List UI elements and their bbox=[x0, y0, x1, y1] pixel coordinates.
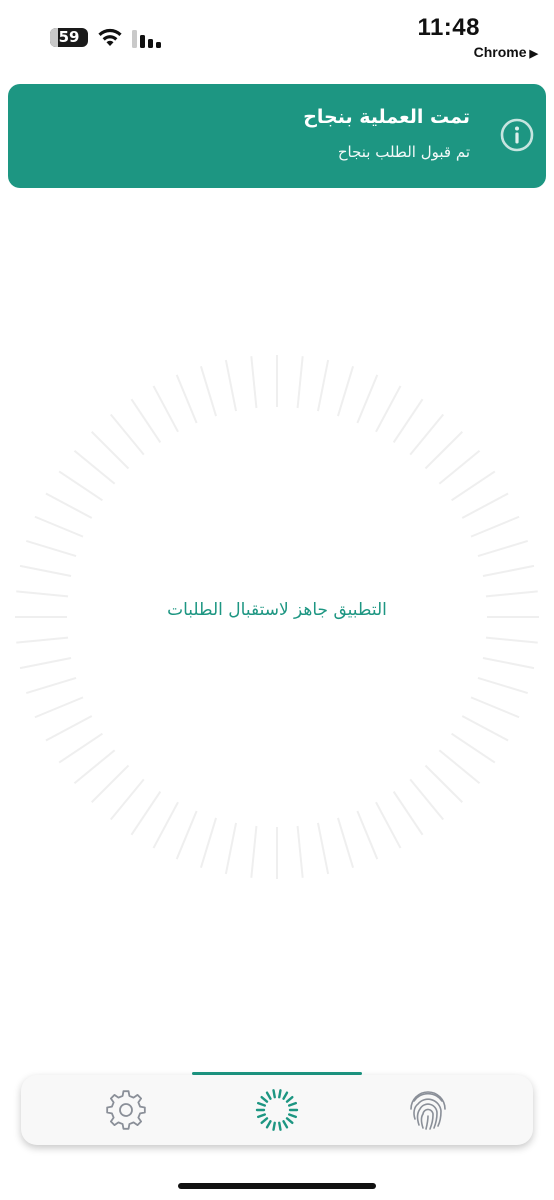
ray-line bbox=[461, 492, 509, 519]
ray-line bbox=[375, 385, 402, 433]
ray-line bbox=[224, 822, 238, 875]
spinner-segment bbox=[260, 1095, 269, 1103]
ray-line bbox=[375, 801, 402, 849]
ray-line bbox=[16, 636, 69, 644]
ray-line bbox=[45, 715, 93, 742]
gear-icon bbox=[106, 1090, 146, 1130]
ray-line bbox=[250, 825, 258, 878]
ray-line bbox=[409, 413, 444, 456]
notification-title: تمت العملية بنجاح bbox=[303, 106, 470, 128]
ray-line bbox=[392, 398, 424, 443]
ray-line bbox=[19, 564, 72, 578]
ray-line bbox=[296, 356, 304, 409]
cellular-signal-icon bbox=[132, 30, 161, 48]
spinner-segment bbox=[285, 1117, 294, 1125]
ray-line bbox=[73, 749, 116, 784]
ray-line bbox=[451, 732, 496, 764]
ray-line bbox=[337, 365, 355, 417]
ray-line bbox=[34, 696, 84, 719]
ray-line bbox=[356, 810, 379, 860]
spinner-segment bbox=[282, 1120, 289, 1129]
tab-settings[interactable] bbox=[41, 1075, 211, 1145]
ray-line bbox=[424, 431, 463, 470]
spinner-segment bbox=[272, 1089, 276, 1099]
back-app-label: Chrome bbox=[473, 44, 527, 60]
ray-line bbox=[409, 778, 444, 821]
tab-home[interactable] bbox=[192, 1075, 362, 1145]
spinner-segment bbox=[257, 1101, 266, 1107]
ray-line bbox=[461, 715, 509, 742]
ray-line bbox=[91, 431, 130, 470]
ray-line bbox=[199, 817, 217, 869]
ray-line bbox=[58, 732, 103, 764]
spinner-segment bbox=[265, 1091, 272, 1100]
ray-line bbox=[477, 539, 529, 557]
home-indicator bbox=[178, 1183, 376, 1189]
ray-line bbox=[356, 374, 379, 424]
battery-level: 59 bbox=[58, 28, 80, 46]
ray-line bbox=[451, 470, 496, 502]
ray-line bbox=[438, 749, 481, 784]
info-icon[interactable] bbox=[499, 117, 535, 153]
ray-line bbox=[199, 365, 217, 417]
spinner-segment bbox=[288, 1113, 297, 1119]
spinner-segment bbox=[285, 1095, 294, 1103]
spinner-segment bbox=[278, 1089, 282, 1099]
ray-line bbox=[470, 696, 520, 719]
ray-line bbox=[152, 385, 179, 433]
ray-line bbox=[175, 810, 198, 860]
ray-line bbox=[438, 450, 481, 485]
play-triangle-icon: ▶ bbox=[529, 48, 538, 60]
ray-line bbox=[110, 778, 145, 821]
ray-line bbox=[316, 359, 330, 412]
notification-message: تم قبول الطلب بنجاح bbox=[337, 143, 470, 161]
ray-line bbox=[392, 791, 424, 836]
spinner-segment bbox=[257, 1113, 266, 1119]
spinner-segment bbox=[265, 1120, 272, 1129]
ray-line bbox=[130, 791, 162, 836]
ray-line bbox=[485, 590, 538, 598]
ray-line bbox=[58, 470, 103, 502]
ray-line bbox=[337, 817, 355, 869]
ray-line bbox=[316, 822, 330, 875]
ray-line bbox=[424, 764, 463, 803]
bottom-tab-bar bbox=[21, 1075, 533, 1145]
spinner-segment bbox=[288, 1101, 297, 1107]
ray-line bbox=[477, 677, 529, 695]
ray-line bbox=[296, 825, 304, 878]
ray-line bbox=[482, 656, 535, 670]
ray-line bbox=[250, 356, 258, 409]
ray-line bbox=[91, 764, 130, 803]
ray-line bbox=[19, 656, 72, 670]
ray-line bbox=[130, 398, 162, 443]
ray-line bbox=[470, 515, 520, 538]
ray-line bbox=[152, 801, 179, 849]
tab-fingerprint[interactable] bbox=[343, 1075, 513, 1145]
clock: 11:48 bbox=[417, 14, 480, 41]
ray-line bbox=[16, 590, 69, 598]
status-bar: 59 11:48 Chrome ▶ bbox=[0, 0, 554, 70]
spinner-segment bbox=[272, 1121, 276, 1131]
ray-line bbox=[485, 636, 538, 644]
ready-status-text: التطبيق جاهز لاستقبال الطلبات bbox=[167, 600, 387, 620]
ray-line bbox=[175, 374, 198, 424]
ray-line bbox=[25, 539, 77, 557]
fingerprint-icon bbox=[410, 1091, 446, 1130]
back-to-app-link[interactable]: Chrome ▶ bbox=[474, 44, 538, 60]
success-notification-banner: تمت العملية بنجاح تم قبول الطلب بنجاح bbox=[8, 84, 546, 188]
ray-line bbox=[73, 450, 116, 485]
spinner-icon bbox=[255, 1089, 299, 1131]
spinner-segment bbox=[278, 1121, 282, 1131]
spinner-segment bbox=[260, 1117, 269, 1125]
ray-line bbox=[45, 492, 93, 519]
wifi-icon bbox=[98, 28, 122, 46]
ray-line bbox=[482, 564, 535, 578]
ray-line bbox=[110, 413, 145, 456]
spinner-segment bbox=[282, 1091, 289, 1100]
ray-line bbox=[25, 677, 77, 695]
ray-line bbox=[34, 515, 84, 538]
battery-indicator: 59 bbox=[50, 28, 88, 47]
ray-line bbox=[224, 359, 238, 412]
